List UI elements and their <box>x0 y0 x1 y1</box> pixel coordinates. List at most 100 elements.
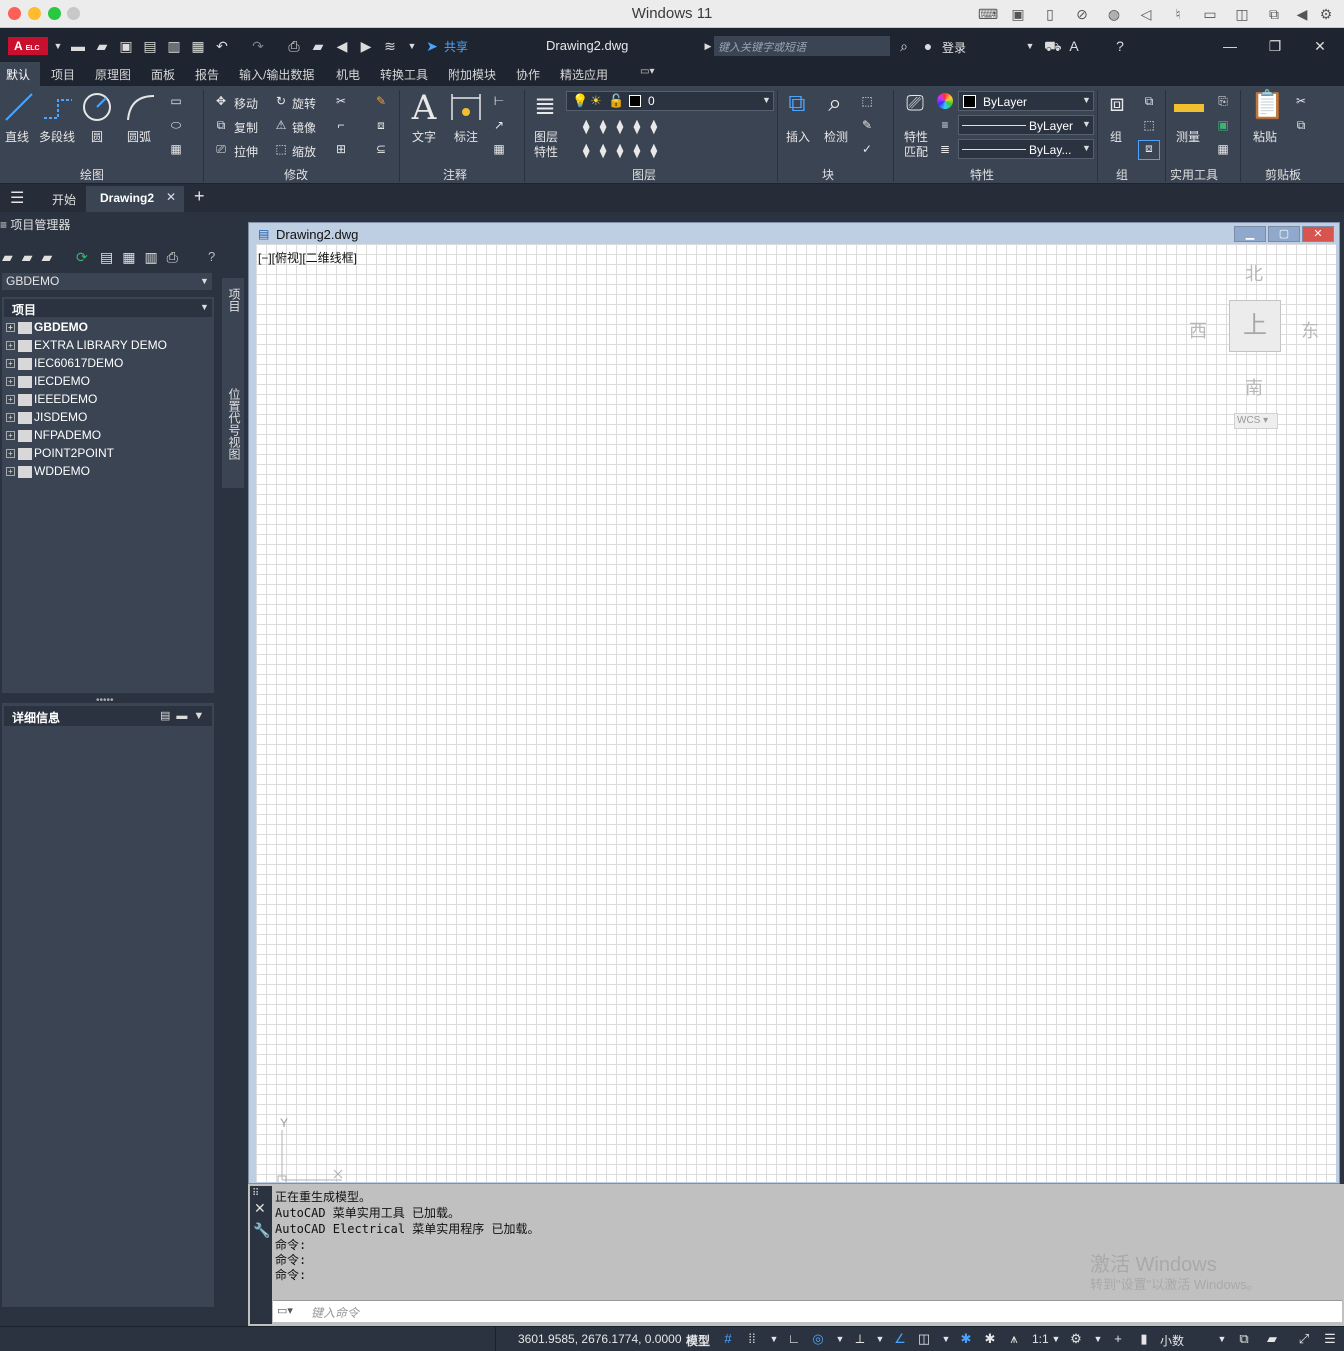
undo-icon[interactable]: ↶ <box>214 38 230 54</box>
ellipse-icon[interactable]: ⬭ <box>166 118 186 133</box>
annotation-visibility-icon[interactable]: ✱ <box>958 1331 974 1347</box>
scale-button[interactable]: 缩放 <box>292 143 316 160</box>
tab-conversion-tools[interactable]: 转换工具 <box>380 66 428 83</box>
expand-icon[interactable]: + <box>6 467 15 477</box>
expand-icon[interactable]: + <box>6 377 15 387</box>
group-icon[interactable]: ⧈ <box>1100 90 1134 118</box>
save-as-icon[interactable]: ▤ <box>142 38 158 54</box>
plus-icon[interactable]: + <box>1110 1331 1126 1347</box>
linetype-dropdown-arrow-icon[interactable]: ▼ <box>1082 119 1091 129</box>
autodesk-icon[interactable]: A <box>1066 38 1082 54</box>
expand-icon[interactable]: + <box>6 323 15 333</box>
edit-block-icon[interactable]: ✎ <box>858 118 876 132</box>
utilities-panel-title[interactable]: 实用工具 <box>1170 166 1218 183</box>
dimension-icon[interactable] <box>450 92 482 122</box>
polar-dropdown-icon[interactable]: ▼ <box>832 1331 848 1347</box>
dimension-button[interactable]: 标注 <box>454 128 478 145</box>
circle-icon[interactable] <box>82 92 112 122</box>
object-snap-icon[interactable]: ∠ <box>892 1331 908 1347</box>
measure-button[interactable]: 测量 <box>1176 128 1200 145</box>
copy-button[interactable]: 复制 <box>234 119 258 136</box>
app-close-icon[interactable]: ✕ <box>1312 38 1328 54</box>
polyline-label[interactable]: 多段线 <box>39 128 75 145</box>
array-icon[interactable]: ⊞ <box>332 142 350 156</box>
wcs-menu[interactable]: WCS ▾ <box>1234 413 1278 429</box>
insert-block-icon[interactable]: ⧉ <box>782 90 812 118</box>
login-dropdown-icon[interactable]: ▼ <box>1022 38 1038 54</box>
ortho-icon[interactable]: ∟ <box>786 1331 802 1347</box>
insert-block-button[interactable]: 插入 <box>786 128 810 145</box>
mirror-icon[interactable]: ⚠ <box>272 118 290 132</box>
paste-icon[interactable]: ⎘ <box>1214 94 1232 109</box>
groups-panel-title[interactable]: 组 <box>1116 166 1128 183</box>
refresh-icon[interactable]: ⟳ <box>76 249 88 266</box>
stretch-button[interactable]: 拉伸 <box>234 143 258 160</box>
viewport-controls[interactable]: [−][俯视][二维线框] <box>258 249 357 266</box>
scale-icon[interactable]: ⬚ <box>272 142 290 156</box>
viewcube-west[interactable]: 西 <box>1189 317 1207 343</box>
workspace-dropdown-icon[interactable]: ▼ <box>1090 1331 1106 1347</box>
folder-share-icon[interactable]: ⧉ <box>1266 6 1282 22</box>
group-button[interactable]: 组 <box>1110 128 1122 145</box>
erase-icon[interactable]: ✎ <box>372 94 390 108</box>
stretch-icon[interactable]: ⎚ <box>212 142 230 157</box>
layer-state-icon[interactable]: ≋ <box>382 38 398 54</box>
arc-label[interactable]: 圆弧 <box>127 128 151 145</box>
match-properties-icon[interactable]: ⎚ <box>900 90 930 116</box>
drawing-maximize-button[interactable]: ▢ <box>1268 226 1300 242</box>
snap-icon[interactable]: ⁞⁞ <box>744 1331 760 1347</box>
inspect-button[interactable]: 检测 <box>824 128 848 145</box>
print-icon[interactable]: ⎙ <box>286 38 302 54</box>
calculator-icon[interactable]: ▦ <box>1214 142 1232 156</box>
drawing-close-button[interactable]: ✕ <box>1302 226 1334 242</box>
tree-item-gbdemo[interactable]: + GBDEMO <box>6 320 88 338</box>
match-properties-label-2[interactable]: 匹配 <box>904 143 928 160</box>
tab-schematic[interactable]: 原理图 <box>95 66 131 83</box>
measure-icon[interactable] <box>1174 104 1204 112</box>
color-wheel-icon[interactable] <box>937 93 953 109</box>
layer-tools-row-2-icon[interactable]: ⧫⧫⧫⧫⧫ <box>570 142 680 159</box>
command-input[interactable]: 键入命令 <box>311 1304 359 1321</box>
text-icon[interactable]: A <box>408 88 440 128</box>
hamburger-menu-icon[interactable]: ☰ <box>10 188 24 208</box>
app-menu-dropdown-icon[interactable]: ▼ <box>50 38 66 54</box>
keyboard-icon[interactable]: ⌨ <box>978 6 998 22</box>
project-help-icon[interactable]: ? <box>208 249 215 264</box>
annotation-scale-icon[interactable]: ⩚ <box>1006 1331 1022 1347</box>
copy-icon[interactable]: ⧉ <box>212 118 230 133</box>
offset-icon[interactable]: ⊆ <box>372 142 390 156</box>
details-toolbar-icons[interactable]: ▤▬▼ <box>160 709 210 722</box>
quick-properties-icon[interactable]: ⧉ <box>1236 1331 1252 1347</box>
circle-label[interactable]: 圆 <box>91 128 103 145</box>
tree-item-nfpademo[interactable]: + NFPADEMO <box>6 428 101 446</box>
open-file-icon[interactable]: ▰ <box>94 38 110 54</box>
annotation-scale-value[interactable]: 1:1 <box>1032 1332 1049 1346</box>
rotate-icon[interactable]: ↻ <box>272 94 290 108</box>
polar-icon[interactable]: ◎ <box>810 1331 826 1347</box>
layers-panel-title[interactable]: 图层 <box>632 166 656 183</box>
tree-item-extra-library[interactable]: + EXTRA LIBRARY DEMO <box>6 338 167 356</box>
save-icon[interactable]: ▣ <box>118 38 134 54</box>
app-restore-icon[interactable]: ❐ <box>1267 38 1283 54</box>
units-icon[interactable]: ▮ <box>1136 1331 1152 1347</box>
clipboard-panel-title[interactable]: 剪贴板 <box>1265 166 1301 183</box>
transparency-dropdown-icon[interactable]: ▼ <box>938 1331 954 1347</box>
line-label[interactable]: 直线 <box>5 128 29 145</box>
previous-icon[interactable]: ◀ <box>334 38 350 54</box>
lineweight-icon[interactable]: ≡ <box>937 118 953 132</box>
snap-dropdown-icon[interactable]: ▼ <box>766 1331 782 1347</box>
line-icon[interactable] <box>4 92 34 122</box>
draw-panel-title[interactable]: 绘图 <box>80 166 104 183</box>
expand-icon[interactable]: + <box>6 413 15 423</box>
layer-properties-label-2[interactable]: 特性 <box>534 143 558 160</box>
search-icon[interactable]: ⌕ <box>896 38 912 54</box>
trim-icon[interactable]: ✂ <box>332 94 350 108</box>
expand-icon[interactable]: + <box>6 395 15 405</box>
expand-icon[interactable]: + <box>6 449 15 459</box>
group-edit-icon[interactable]: ⬚ <box>1140 118 1158 132</box>
viewcube-south[interactable]: 南 <box>1245 374 1263 400</box>
tree-item-iecdemo[interactable]: + IECDEMO <box>6 374 90 392</box>
color-dropdown-arrow-icon[interactable]: ▼ <box>1082 95 1091 105</box>
rotate-button[interactable]: 旋转 <box>292 95 316 112</box>
help-icon[interactable]: ? <box>1112 38 1128 54</box>
